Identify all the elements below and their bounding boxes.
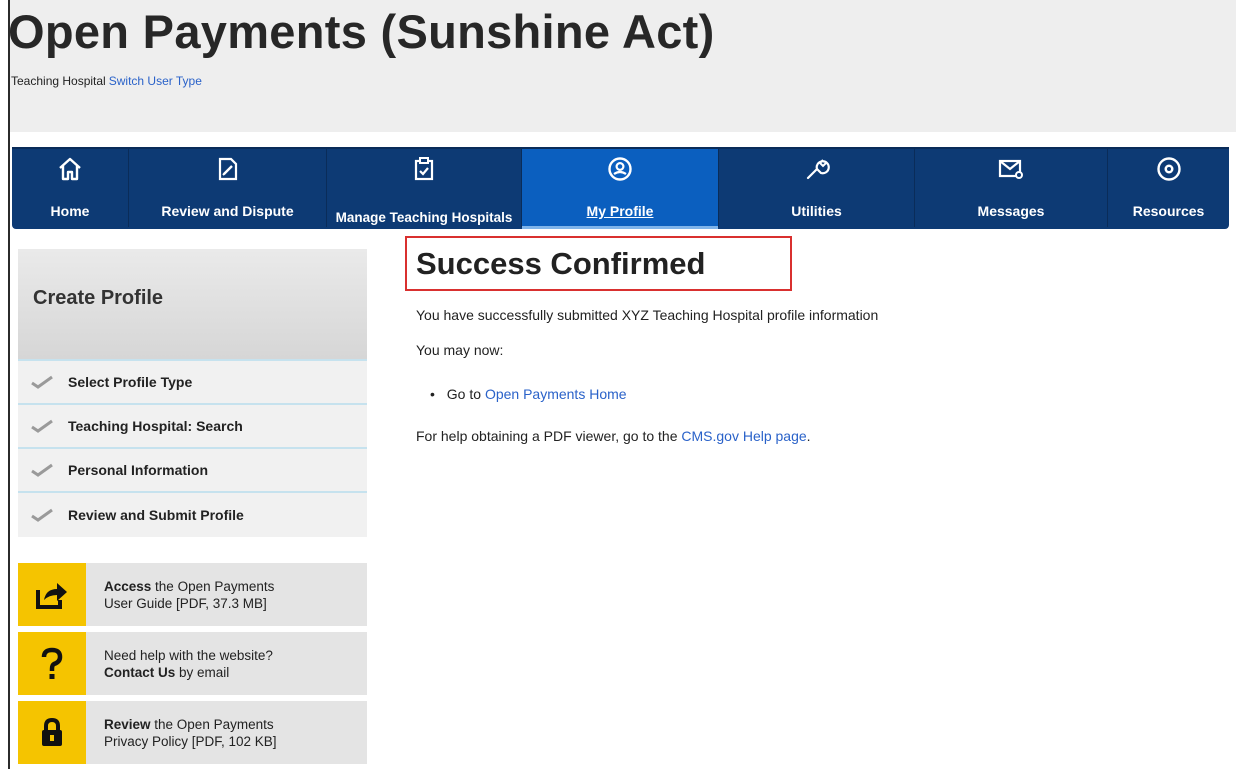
success-message: You have successfully submitted XYZ Teac… — [416, 307, 879, 323]
privacy-policy-box[interactable]: Review the Open Payments Privacy Policy … — [18, 701, 367, 764]
sidebar-title: Create Profile — [18, 249, 367, 359]
privacy-policy-text: Review the Open Payments Privacy Policy … — [86, 716, 277, 750]
page-left-border — [8, 0, 10, 769]
privacy-policy-bold: Review — [104, 716, 151, 732]
wrench-icon — [804, 155, 830, 183]
profile-steps-list: Select Profile Type Teaching Hospital: S… — [18, 359, 367, 537]
nav-resources-label: Resources — [1132, 203, 1205, 219]
nav-review-and-dispute[interactable]: Review and Dispute — [129, 149, 327, 227]
nav-manage-teaching-hospitals[interactable]: Manage Teaching Hospitals — [327, 149, 522, 227]
question-icon — [18, 632, 86, 695]
nav-my-profile[interactable]: My Profile — [522, 149, 719, 229]
contact-us-text: Need help with the website? Contact Us b… — [86, 647, 273, 681]
user-guide-link-box[interactable]: Access the Open Payments User Guide [PDF… — [18, 563, 367, 626]
nav-home-label: Home — [50, 203, 90, 219]
page-title: Success Confirmed — [416, 246, 706, 281]
nav-resources[interactable]: Resources — [1108, 149, 1229, 227]
checkmark-icon — [31, 375, 55, 389]
pdf-help-text: For help obtaining a PDF viewer, go to t… — [416, 428, 811, 444]
profile-icon — [607, 155, 633, 183]
step-personal-information: Personal Information — [18, 449, 367, 493]
home-icon — [57, 155, 83, 183]
step-select-profile-type: Select Profile Type — [18, 361, 367, 405]
contact-us-line2: by email — [175, 664, 230, 680]
step-label: Personal Information — [68, 462, 209, 478]
open-payments-home-link[interactable]: Open Payments Home — [485, 386, 627, 402]
lock-icon — [18, 701, 86, 764]
next-steps-label: You may now: — [416, 342, 504, 358]
step-label: Teaching Hospital: Search — [68, 418, 243, 434]
site-title: Open Payments (Sunshine Act) — [8, 5, 715, 58]
pdf-help-suffix: . — [806, 428, 811, 444]
nav-messages-label: Messages — [977, 203, 1045, 219]
user-type-bar: Teaching Hospital Switch User Type — [11, 74, 202, 88]
user-guide-line2: User Guide [PDF, 37.3 MB] — [104, 595, 267, 611]
next-step-item: Go to Open Payments Home — [430, 386, 627, 402]
gear-icon — [1156, 155, 1182, 183]
checkmark-icon — [31, 419, 55, 433]
step-label: Review and Submit Profile — [68, 507, 244, 523]
user-guide-bold: Access — [104, 578, 152, 594]
create-profile-sidebar: Create Profile Select Profile Type Teach… — [18, 249, 367, 537]
nav-utilities-label: Utilities — [791, 203, 842, 219]
checkmark-icon — [31, 463, 55, 477]
pdf-help-prefix: For help obtaining a PDF viewer, go to t… — [416, 428, 682, 444]
nav-manage-teaching-hospitals-label: Manage Teaching Hospitals — [335, 210, 513, 225]
contact-us-box[interactable]: Need help with the website? Contact Us b… — [18, 632, 367, 695]
nav-messages[interactable]: Messages — [915, 149, 1108, 227]
switch-user-type-link[interactable]: Switch User Type — [109, 74, 202, 88]
nav-utilities[interactable]: Utilities — [719, 149, 915, 227]
contact-us-bold: Contact Us — [104, 664, 176, 680]
privacy-policy-line2: Privacy Policy [PDF, 102 KB] — [104, 733, 277, 749]
nav-my-profile-label: My Profile — [586, 203, 654, 219]
edit-icon — [216, 155, 240, 183]
privacy-policy-line1: the Open Payments — [150, 716, 274, 732]
envelope-icon — [997, 155, 1025, 183]
step-teaching-hospital-search: Teaching Hospital: Search — [18, 405, 367, 449]
step-review-and-submit: Review and Submit Profile — [18, 493, 367, 537]
user-type-label: Teaching Hospital — [11, 74, 106, 88]
main-nav: Home Review and Dispute Manage Teaching … — [12, 147, 1229, 229]
clipboard-icon — [412, 155, 436, 183]
share-arrow-icon — [18, 563, 86, 626]
contact-us-line1: Need help with the website? — [104, 647, 273, 663]
checkmark-icon — [31, 508, 55, 522]
user-guide-line1: the Open Payments — [151, 578, 275, 594]
user-guide-text: Access the Open Payments User Guide [PDF… — [86, 578, 274, 612]
cms-help-page-link[interactable]: CMS.gov Help page — [681, 428, 806, 444]
nav-home[interactable]: Home — [12, 149, 129, 227]
nav-review-and-dispute-label: Review and Dispute — [161, 203, 294, 219]
goto-prefix: Go to — [446, 386, 485, 402]
step-label: Select Profile Type — [68, 374, 193, 390]
